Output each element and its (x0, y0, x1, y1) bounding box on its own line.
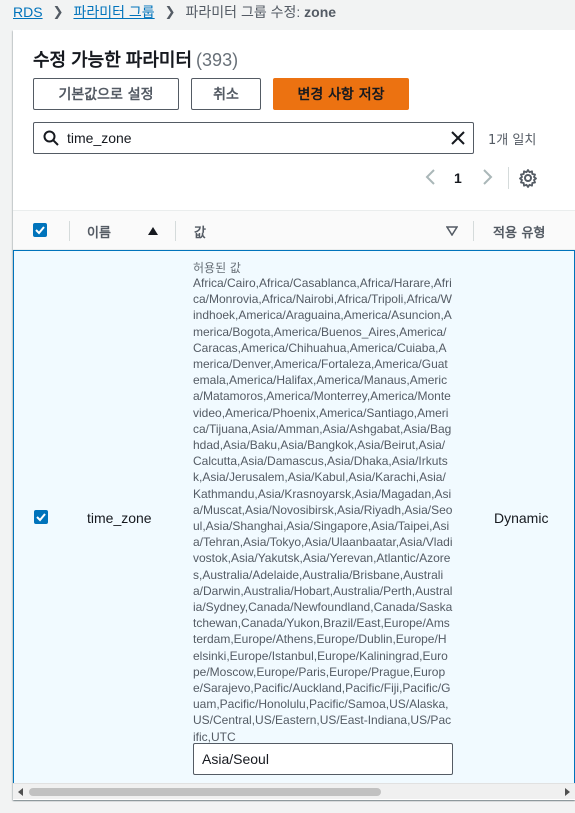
search-input[interactable]: time_zone (33, 122, 474, 154)
breadcrumb-parameter-groups-link[interactable]: 파라미터 그룹 (73, 2, 154, 22)
chevron-right-icon: ❯ (52, 4, 64, 19)
scroll-left-icon[interactable] (17, 788, 25, 796)
page-title: 수정 가능한 파라미터 (393) (33, 46, 238, 72)
breadcrumb-current-name: zone (304, 4, 337, 20)
sort-icon[interactable] (446, 226, 458, 236)
column-divider (69, 221, 70, 241)
breadcrumb-rds-link[interactable]: RDS (13, 4, 43, 20)
parameters-panel: 수정 가능한 파라미터 (393) 기본값으로 설정 취소 변경 사항 저장 ti… (13, 30, 575, 800)
table-header: 이름 값 적용 유형 (13, 210, 575, 250)
table-row[interactable]: time_zone 허용된 값 Africa/Cairo,Africa/Casa… (13, 250, 575, 786)
column-divider (473, 221, 474, 241)
cancel-button[interactable]: 취소 (191, 78, 261, 110)
scrollbar-thumb[interactable] (29, 788, 381, 796)
column-header-name[interactable]: 이름 (87, 222, 111, 241)
page-title-text: 수정 가능한 파라미터 (33, 50, 193, 70)
gear-icon[interactable] (518, 168, 538, 188)
pagination-divider (508, 167, 509, 189)
chevron-left-icon[interactable] (424, 167, 438, 187)
parameter-name: time_zone (87, 510, 152, 526)
column-header-apply-type[interactable]: 적용 유형 (493, 222, 545, 241)
pagination-current-page[interactable]: 1 (454, 170, 462, 186)
save-changes-button[interactable]: 변경 사항 저장 (273, 78, 409, 110)
sort-ascending-icon[interactable] (147, 226, 159, 236)
breadcrumb: RDS ❯ 파라미터 그룹 ❯ 파라미터 그룹 수정: zone (13, 3, 336, 21)
breadcrumb-current: 파라미터 그룹 수정: zone (186, 2, 337, 22)
select-all-checkbox[interactable] (33, 223, 47, 237)
row-checkbox[interactable] (34, 510, 48, 524)
close-icon[interactable] (449, 129, 467, 147)
column-divider (175, 221, 176, 241)
horizontal-scrollbar[interactable] (13, 783, 575, 799)
column-header-value[interactable]: 값 (194, 222, 206, 241)
search-value: time_zone (67, 130, 132, 146)
scroll-right-icon[interactable] (563, 788, 571, 796)
chevron-right-icon: ❯ (164, 4, 176, 19)
allowed-values-label: 허용된 값 (193, 261, 241, 275)
chevron-right-icon[interactable] (480, 167, 494, 187)
search-icon (43, 130, 59, 146)
parameter-value-input[interactable]: Asia/Seoul (193, 743, 453, 775)
apply-type: Dynamic (494, 510, 549, 526)
breadcrumb-current-prefix: 파라미터 그룹 수정: (185, 4, 305, 20)
allowed-values: Africa/Cairo,Africa/Casablanca,Africa/Ha… (193, 276, 453, 744)
match-count: 1개 일치 (488, 133, 537, 148)
parameter-count: (393) (196, 50, 239, 70)
reset-to-default-button[interactable]: 기본값으로 설정 (33, 78, 179, 110)
